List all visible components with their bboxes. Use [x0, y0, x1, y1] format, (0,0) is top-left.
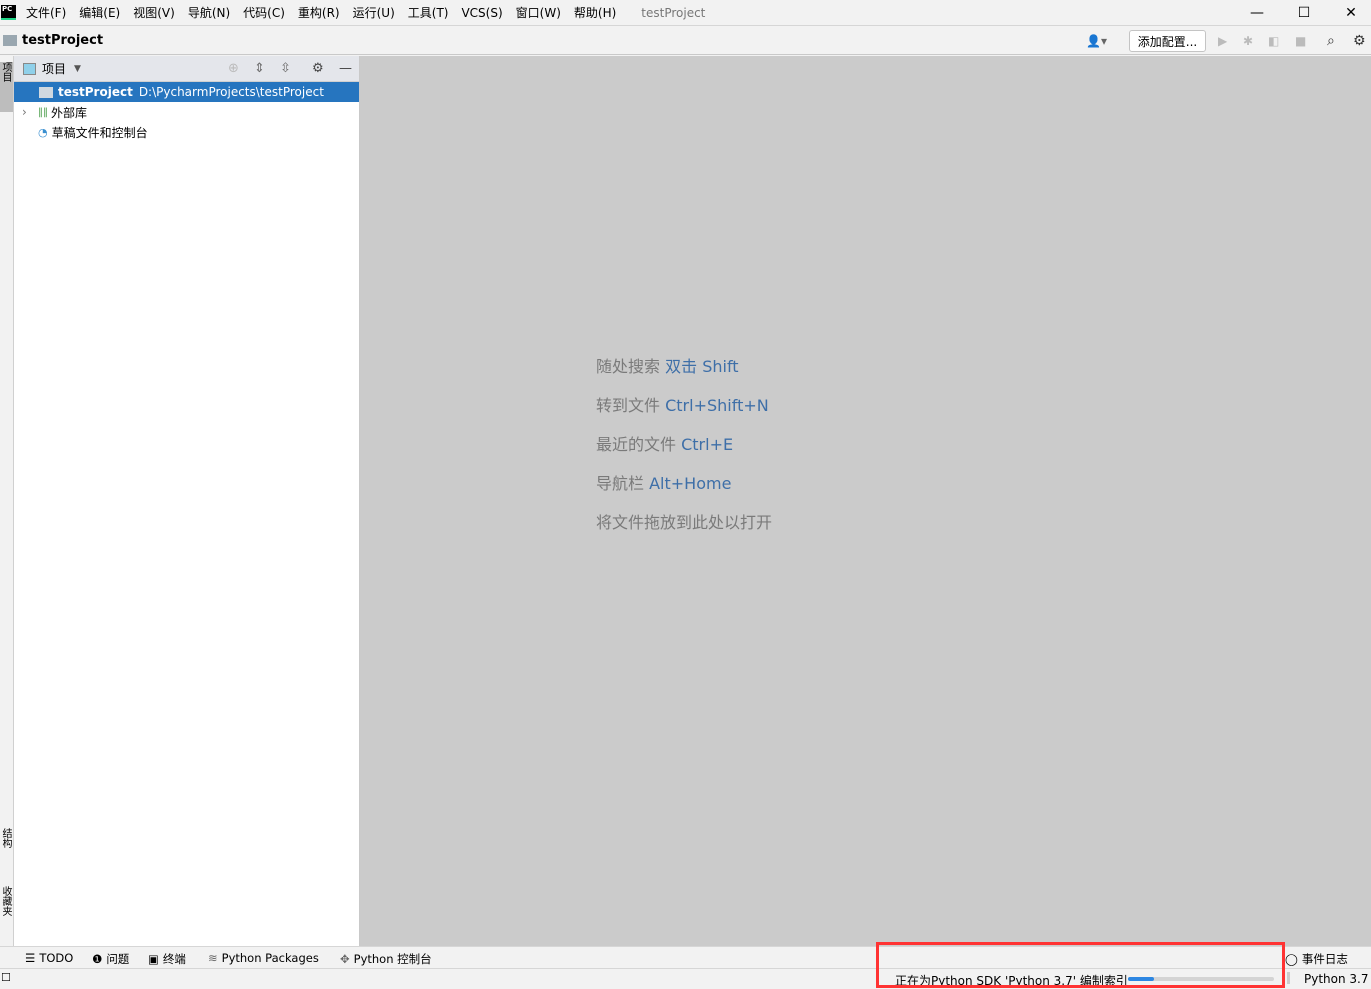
menu-refactor[interactable]: 重构(R): [298, 4, 340, 21]
event-log-icon: ◯: [1285, 952, 1298, 966]
coverage-icon[interactable]: ◧: [1268, 30, 1279, 52]
highlight-box: [876, 942, 1285, 988]
add-configuration-button[interactable]: 添加配置...: [1129, 30, 1206, 52]
tree-item-label: testProject: [58, 85, 133, 99]
tree-item-project-root[interactable]: testProject D:\PycharmProjects\testProje…: [14, 82, 359, 102]
tab-favorites[interactable]: 收藏夹: [0, 886, 13, 916]
tab-todo[interactable]: ☰ TODO: [25, 951, 73, 965]
tree-item-label: 外部库: [51, 105, 88, 120]
menu-help[interactable]: 帮助(H): [574, 4, 616, 21]
close-button[interactable]: ✕: [1328, 0, 1371, 26]
menu-view[interactable]: 视图(V): [133, 4, 175, 21]
problems-icon: ❶: [92, 952, 103, 966]
tree-item-scratches[interactable]: ◔ 草稿文件和控制台: [14, 122, 359, 142]
tab-problems[interactable]: ❶ 问题: [92, 951, 129, 967]
hint-navigation-bar: 导航栏 Alt+Home: [596, 474, 732, 493]
expand-all-icon[interactable]: ⇕: [254, 61, 265, 76]
menu-tools[interactable]: 工具(T): [408, 4, 449, 21]
run-icon[interactable]: ▶: [1218, 30, 1227, 52]
chevron-down-icon[interactable]: ▼: [74, 64, 81, 74]
folder-icon: [39, 86, 53, 98]
python-icon: ✥: [340, 952, 350, 966]
menu-bar: PC 文件(F) 编辑(E) 视图(V) 导航(N) 代码(C) 重构(R) 运…: [0, 0, 1371, 26]
editor-empty-area: 随处搜索 双击 Shift 转到文件 Ctrl+Shift+N 最近的文件 Ct…: [360, 56, 1371, 946]
interpreter-selector[interactable]: Python 3.7: [1304, 972, 1369, 986]
gear-icon[interactable]: ⚙: [312, 61, 324, 76]
menu-file[interactable]: 文件(F): [26, 4, 66, 21]
menu-window[interactable]: 窗口(W): [516, 4, 561, 21]
tab-project[interactable]: 项目: [0, 62, 13, 112]
hint-drop-files: 将文件拖放到此处以打开: [596, 513, 773, 532]
event-log-button[interactable]: ◯ 事件日志: [1285, 951, 1348, 967]
debug-icon[interactable]: ✱: [1243, 30, 1253, 52]
tree-item-path: D:\PycharmProjects\testProject: [138, 85, 324, 99]
status-separator: [1287, 972, 1290, 984]
menu-run[interactable]: 运行(U): [353, 4, 395, 21]
search-icon[interactable]: ⌕: [1327, 30, 1335, 52]
tree-item-external-libraries[interactable]: › ‖‖ 外部库: [14, 102, 359, 122]
left-tool-strip: 项目 结构 收藏夹: [0, 56, 14, 946]
tab-python-packages[interactable]: ≋ Python Packages: [208, 951, 319, 965]
project-view-icon: [23, 62, 36, 75]
terminal-icon: ▣: [148, 952, 159, 966]
stop-icon[interactable]: ■: [1295, 30, 1306, 52]
menu-code[interactable]: 代码(C): [243, 4, 285, 21]
scratch-icon: ◔: [38, 125, 48, 139]
menu-edit[interactable]: 编辑(E): [79, 4, 120, 21]
collapse-all-icon[interactable]: ⇳: [280, 61, 291, 76]
tab-structure[interactable]: 结构: [0, 828, 13, 848]
project-view-selector[interactable]: 项目: [42, 60, 66, 77]
maximize-button[interactable]: ☐: [1281, 0, 1327, 26]
folder-icon: [3, 35, 17, 46]
settings-icon[interactable]: ⚙: [1353, 30, 1366, 52]
layers-icon: ≋: [208, 951, 218, 965]
project-panel-header: 项目 ▼ ⊕ ⇕ ⇳ ⚙ —: [14, 56, 359, 82]
chevron-right-icon[interactable]: ›: [22, 105, 38, 119]
menu-vcs[interactable]: VCS(S): [461, 6, 502, 20]
toggle-tool-windows-icon[interactable]: ☐: [1, 971, 11, 984]
pycharm-logo: PC: [1, 5, 16, 20]
user-icon[interactable]: 👤▾: [1086, 30, 1107, 52]
hint-recent-files: 最近的文件 Ctrl+E: [596, 435, 734, 454]
library-icon: ‖‖: [38, 106, 48, 118]
locate-icon[interactable]: ⊕: [228, 61, 239, 76]
hint-goto-file: 转到文件 Ctrl+Shift+N: [596, 396, 769, 415]
window-title: testProject: [641, 5, 706, 20]
project-panel: 项目 ▼ ⊕ ⇕ ⇳ ⚙ — testProject D:\PycharmPro…: [14, 56, 360, 946]
hide-icon[interactable]: —: [339, 61, 352, 76]
tree-item-label: 草稿文件和控制台: [51, 125, 148, 140]
tab-terminal[interactable]: ▣ 终端: [148, 951, 186, 967]
tab-python-console[interactable]: ✥ Python 控制台: [340, 951, 432, 967]
list-icon: ☰: [25, 951, 36, 965]
breadcrumb-project[interactable]: testProject: [22, 33, 103, 48]
menu-navigate[interactable]: 导航(N): [188, 4, 230, 21]
hint-search-everywhere: 随处搜索 双击 Shift: [596, 357, 739, 376]
minimize-button[interactable]: —: [1234, 0, 1280, 26]
